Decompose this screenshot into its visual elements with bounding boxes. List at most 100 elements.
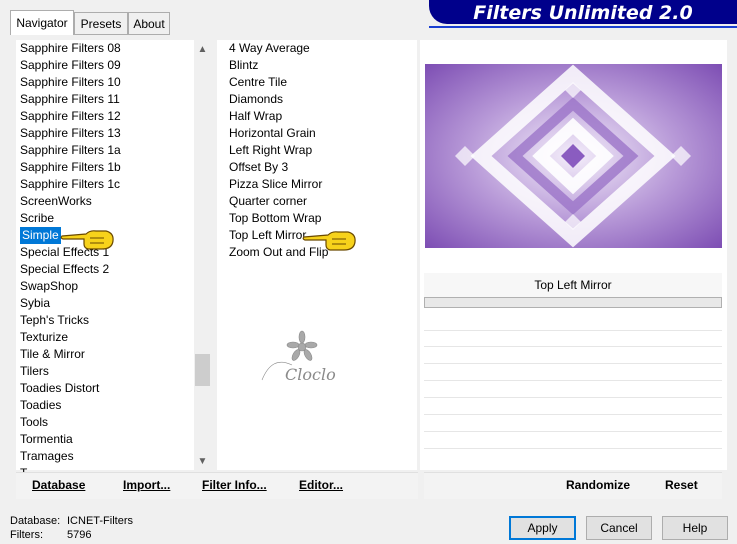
category-item[interactable]: Tools [20, 414, 121, 431]
category-item[interactable]: Sapphire Filters 12 [20, 108, 121, 125]
scrollbar-thumb[interactable] [195, 354, 210, 386]
preview-filter-name: Top Left Mirror [424, 273, 722, 297]
category-item-label: Tramages [20, 449, 74, 463]
category-item[interactable]: Texturize [20, 329, 121, 346]
tab-presets[interactable]: Presets [74, 12, 128, 34]
category-item-label: Sapphire Filters 1c [20, 177, 121, 191]
control-row-divider [424, 363, 722, 364]
category-item-label: Sybia [20, 296, 51, 310]
filter-item[interactable]: Half Wrap [229, 108, 328, 125]
filter-item-label: Centre Tile [229, 75, 288, 89]
category-item[interactable]: Tramages [20, 448, 121, 465]
control-row-divider [424, 380, 722, 381]
filter-item-label: Quarter corner [229, 194, 308, 208]
category-item[interactable]: Sybia [20, 295, 121, 312]
control-row-divider [424, 414, 722, 415]
category-item[interactable]: Special Effects 2 [20, 261, 121, 278]
database-value: ICNET-Filters [67, 515, 133, 527]
filter-item[interactable]: Diamonds [229, 91, 328, 108]
category-item[interactable]: Tile & Mirror [20, 346, 121, 363]
cancel-button[interactable]: Cancel [586, 516, 652, 540]
tab-about[interactable]: About [128, 12, 170, 34]
category-item-label: Sapphire Filters 08 [20, 41, 121, 55]
scroll-down-icon[interactable]: ▼ [194, 453, 211, 470]
category-item[interactable]: Tilers [20, 363, 121, 380]
category-item-label: Toadies Distort [20, 381, 100, 395]
category-item[interactable]: Sapphire Filters 1a [20, 142, 121, 159]
progress-bar [424, 297, 722, 308]
editor-button[interactable]: Editor... [299, 478, 343, 492]
category-item[interactable]: ScreenWorks [20, 193, 121, 210]
category-item[interactable]: Toadies Distort [20, 380, 121, 397]
filter-item[interactable]: Horizontal Grain [229, 125, 328, 142]
filter-item-label: Top Left Mirror [229, 228, 307, 242]
category-item[interactable]: Sapphire Filters 09 [20, 57, 121, 74]
category-item-label: SwapShop [20, 279, 79, 293]
database-button[interactable]: Database [32, 478, 85, 492]
category-item-label: Sapphire Filters 1b [20, 160, 121, 174]
filter-item[interactable]: Blintz [229, 57, 328, 74]
category-item[interactable]: Sapphire Filters 10 [20, 74, 121, 91]
filter-item[interactable]: 4 Way Average [229, 40, 328, 57]
filter-item-label: Diamonds [229, 92, 284, 106]
apply-button[interactable]: Apply [509, 516, 576, 540]
category-item[interactable]: SwapShop [20, 278, 121, 295]
randomize-button[interactable]: Randomize [566, 478, 630, 492]
filter-item[interactable]: Centre Tile [229, 74, 328, 91]
control-row-divider [424, 397, 722, 398]
help-button[interactable]: Help [662, 516, 728, 540]
filter-item-label: Top Bottom Wrap [229, 211, 322, 225]
import-button[interactable]: Import... [123, 478, 170, 492]
banner-title: Filters Unlimited 2.0 [473, 2, 693, 24]
tab-presets-label: Presets [80, 17, 122, 31]
category-list-panel[interactable]: Sapphire Filters 08 Sapphire Filters 09 Sa… [16, 40, 194, 480]
category-item[interactable]: Sapphire Filters 08 [20, 40, 121, 57]
filter-item-label: Blintz [229, 58, 259, 72]
banner-underline [429, 26, 737, 28]
category-item-label: Sapphire Filters 11 [20, 92, 120, 106]
category-item[interactable]: Sapphire Filters 1c [20, 176, 121, 193]
filter-list-panel[interactable]: 4 Way Average Blintz Centre Tile Diamonds Ha… [217, 40, 417, 470]
category-item-label: Special Effects 2 [20, 262, 110, 276]
category-item[interactable]: Sapphire Filters 13 [20, 125, 121, 142]
category-item-label: Toadies [20, 398, 62, 412]
filters-count-value: 5796 [67, 529, 92, 541]
category-item-label: Tile & Mirror [20, 347, 85, 361]
filter-info-button[interactable]: Filter Info... [202, 478, 267, 492]
category-item[interactable]: Scribe [20, 210, 121, 227]
tab-about-label: About [133, 17, 165, 31]
filters-count-label: Filters: [10, 529, 43, 541]
filter-item[interactable]: Offset By 3 [229, 159, 328, 176]
category-item[interactable]: Sapphire Filters 11 [20, 91, 121, 108]
category-item-label: Tormentia [20, 432, 73, 446]
category-item[interactable]: Sapphire Filters 1b [20, 159, 121, 176]
database-label: Database: [10, 515, 61, 527]
scroll-up-icon[interactable]: ▲ [194, 41, 211, 58]
category-item-label: Sapphire Filters 13 [20, 126, 121, 140]
category-item-label: Sapphire Filters 12 [20, 109, 121, 123]
category-item-label: Teph's Tricks [20, 313, 89, 327]
filter-item-label: Half Wrap [229, 109, 283, 123]
pointing-hand-icon [60, 230, 114, 250]
filter-item[interactable]: Quarter corner [229, 193, 328, 210]
control-row-divider [424, 346, 722, 347]
category-item-label: Simple [20, 227, 61, 244]
category-item[interactable]: Toadies [20, 397, 121, 414]
category-item[interactable]: Tormentia [20, 431, 121, 448]
category-list[interactable]: Sapphire Filters 08 Sapphire Filters 09 Sa… [20, 40, 121, 482]
filter-item-label: Offset By 3 [229, 160, 289, 174]
category-item-label: Texturize [20, 330, 69, 344]
tab-navigator[interactable]: Navigator [10, 10, 74, 35]
filter-item-label: Horizontal Grain [229, 126, 316, 140]
filter-item-label: Pizza Slice Mirror [229, 177, 323, 191]
category-item[interactable]: Teph's Tricks [20, 312, 121, 329]
reset-button[interactable]: Reset [665, 478, 698, 492]
filter-item-label: Left Right Wrap [229, 143, 313, 157]
filter-item[interactable]: Left Right Wrap [229, 142, 328, 159]
category-item-label: Tools [20, 415, 49, 429]
filter-item[interactable]: Top Bottom Wrap [229, 210, 328, 227]
category-item-label: Scribe [20, 211, 55, 225]
category-scrollbar[interactable] [194, 40, 211, 470]
filter-item[interactable]: Pizza Slice Mirror [229, 176, 328, 193]
control-row-divider [424, 448, 722, 449]
